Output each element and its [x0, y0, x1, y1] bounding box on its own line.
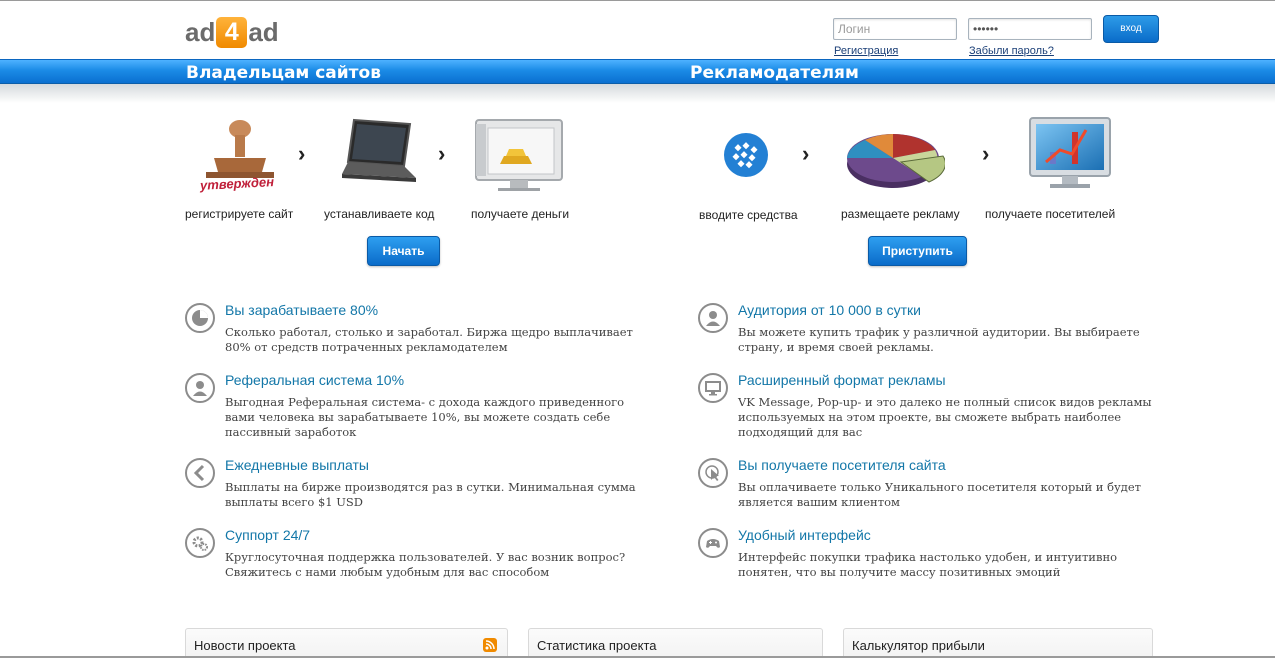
monitor-chart-icon	[1020, 114, 1114, 194]
chevron-left-icon	[185, 458, 215, 488]
news-box: Новости проекта	[185, 628, 508, 658]
header: ad4ad вход Регистрация Забыли пароль?	[0, 1, 1275, 59]
feature-title[interactable]: Удобный интерфейс	[738, 527, 871, 543]
feature-text: Вы можете купить трафик у различной ауди…	[738, 325, 1140, 354]
news-box-title: Новости проекта	[194, 638, 296, 653]
step-label: регистрируете сайт	[185, 207, 294, 221]
feature-title[interactable]: Суппорт 24/7	[225, 527, 310, 543]
gamepad-icon	[698, 528, 728, 558]
feature-title[interactable]: Расширенный формат рекламы	[738, 372, 946, 388]
logo-badge: 4	[216, 16, 248, 48]
step-label: получаете деньги	[471, 207, 570, 221]
feature-title[interactable]: Вы зарабатываете 80%	[225, 302, 378, 318]
feature-text: VK Message, Pop-up- и это далеко не полн…	[738, 395, 1152, 439]
feature-text: Выплаты на бирже производятся раз в сутк…	[225, 480, 636, 509]
logo[interactable]: ad 4 ad	[185, 15, 279, 49]
stats-box-title: Статистика проекта	[537, 638, 657, 653]
feature-text: Круглосуточная поддержка пользователей. …	[225, 550, 626, 579]
register-link[interactable]: Регистрация	[834, 45, 898, 57]
pie-icon	[185, 303, 215, 333]
password-input[interactable]	[968, 18, 1092, 40]
step-label: размещаете рекламу	[841, 207, 960, 221]
step-label: вводите средства	[699, 208, 798, 222]
arrow-right-icon: ›	[802, 141, 810, 166]
forgot-password-link[interactable]: Забыли пароль?	[969, 45, 1054, 57]
cursor-icon	[698, 458, 728, 488]
step-label: устанавливаете код	[324, 207, 435, 221]
arrow-right-icon: ›	[298, 141, 306, 166]
feature-text: Выгодная Реферальная система- с дохода к…	[225, 395, 625, 439]
laptop-icon	[338, 114, 420, 196]
user-icon	[185, 373, 215, 403]
safe-gold-icon	[472, 116, 566, 192]
feature-title[interactable]: Ежедневные выплаты	[225, 457, 369, 473]
login-button[interactable]: вход	[1103, 15, 1159, 43]
monitor-icon	[698, 373, 728, 403]
logo-text-left: ad	[185, 16, 216, 47]
start-button[interactable]: Начать	[367, 236, 440, 266]
login-input[interactable]	[833, 18, 957, 40]
logo-text-right: ad	[248, 16, 279, 47]
feature-text: Интерфейс покупки трафика настолько удоб…	[738, 550, 1118, 579]
proceed-button[interactable]: Приступить	[868, 236, 967, 266]
arrow-right-icon: ›	[438, 141, 446, 166]
stats-box: Статистика проекта	[528, 628, 823, 658]
feature-title[interactable]: Вы получаете посетителя сайта	[738, 457, 946, 473]
calc-box: Калькулятор прибыли	[843, 628, 1153, 658]
arrow-right-icon: ›	[982, 141, 990, 166]
webmoney-icon	[722, 131, 770, 179]
pie-chart-icon	[845, 124, 946, 194]
feature-text: Вы оплачиваете только Уникального посети…	[738, 480, 1142, 509]
step-label: получаете посетителей	[985, 207, 1116, 221]
user-icon	[698, 303, 728, 333]
feature-title[interactable]: Реферальная система 10%	[225, 372, 404, 388]
feature-title[interactable]: Аудитория от 10 000 в сутки	[738, 302, 921, 318]
feature-text: Сколько работал, столько и заработал. Би…	[225, 325, 633, 354]
gears-icon	[185, 528, 215, 558]
owners-title: Владельцам сайтов	[186, 63, 381, 83]
section-bar: Владельцам сайтов Рекламодателям	[0, 59, 1275, 84]
gray-band	[0, 84, 1275, 103]
rss-icon[interactable]	[483, 638, 497, 652]
advertisers-title: Рекламодателям	[690, 63, 859, 83]
calc-box-title: Калькулятор прибыли	[852, 638, 985, 653]
stamp-icon: утвержден	[196, 116, 276, 196]
